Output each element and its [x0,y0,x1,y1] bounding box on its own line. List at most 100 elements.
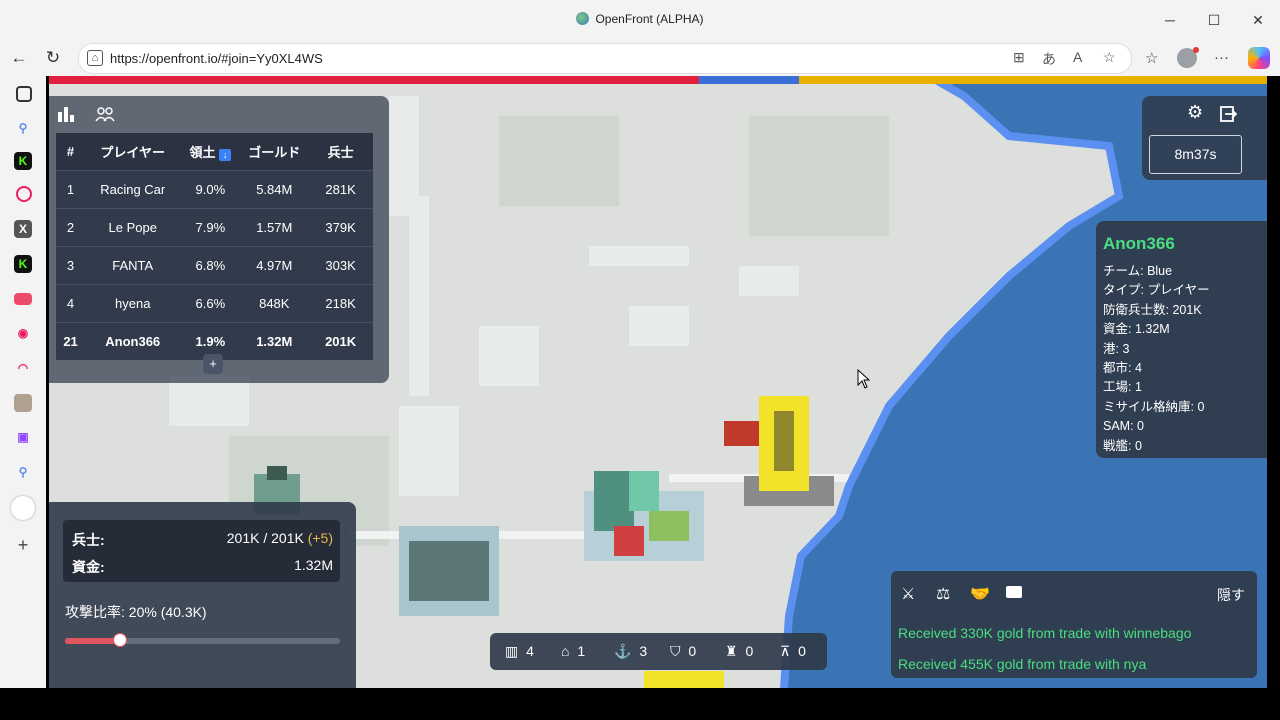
tab-actions-icon[interactable] [16,86,32,102]
table-row[interactable]: 1 Racing Car 9.0% 5.84M 281K [56,170,373,209]
gold-value: 1.32M [294,557,333,573]
table-row[interactable]: 3 FANTA 6.8% 4.97M 303K [56,246,373,285]
col-gold[interactable]: ゴールド [240,133,309,171]
leaderboard-table: # プレイヤー 領土 ↓ ゴールド 兵士 1 Racing Car 9.0% 5… [56,133,373,360]
col-rank[interactable]: # [56,133,86,171]
app-icon[interactable] [16,186,32,202]
leaderboard-panel: # プレイヤー 領土 ↓ ゴールド 兵士 1 Racing Car 9.0% 5… [49,96,389,383]
table-row[interactable]: 4 hyena 6.6% 848K 218K [56,284,373,323]
territory-cell: 7.9% [180,208,241,247]
game-controls-panel: ⚙ 8m37s [1142,96,1267,180]
player-team: チーム: Blue [1103,264,1173,278]
more-menu-icon[interactable]: ··· [1214,49,1229,66]
col-troops[interactable]: 兵士 [308,133,373,171]
factory-icon: ⌂ [561,643,570,659]
minimize-button[interactable]: ─ [1155,8,1185,32]
hide-events-button[interactable]: 隠す [1217,585,1245,605]
twitch-icon[interactable]: ▣ [14,428,32,446]
trade-filter-icon[interactable]: ⚖ [936,584,950,604]
gold-label: 資金: [72,559,105,575]
attack-ratio-handle[interactable] [113,633,127,647]
search-icon-2[interactable]: ⚲ [14,463,32,481]
factory-building [399,526,499,616]
add-sidebar-icon[interactable]: + [14,536,32,554]
sword-filter-icon[interactable]: ⚔ [901,584,915,604]
favorite-star-icon[interactable]: ☆ [1103,49,1116,66]
app-install-icon[interactable]: ⊞ [1013,49,1025,66]
player-name-cell: Racing Car [85,170,181,209]
territory-cell: 6.8% [180,246,241,285]
address-text[interactable]: https://openfront.io/#join=Yy0XL4WS [110,51,323,66]
player-stats-list: チーム: Blue タイプ: プレイヤー 防衛兵士数: 201K 資金: 1.3… [1103,262,1210,456]
alliance-handshake-icon[interactable]: 🤝 [970,584,990,604]
back-icon[interactable]: ← [6,46,32,70]
maximize-button[interactable]: ☐ [1199,8,1229,32]
sam-launcher-icon: ⊼ [780,643,791,659]
image-app-icon[interactable] [14,394,32,412]
unit-count: 1 [577,643,586,659]
team-bar-yellow [799,76,1267,84]
chat-filter-icon[interactable] [1006,586,1022,598]
favorites-icon[interactable]: ☆ [1145,49,1158,67]
col-territory[interactable]: 領土 ↓ [180,133,241,171]
browser-toolbar: ← ↻ ⌂ https://openfront.io/#join=Yy0XL4W… [0,40,1280,76]
openfront-site-icon[interactable] [11,496,35,520]
unit-count: 0 [745,643,754,659]
unit-count-bar: ▥ 4 ⌂ 1 ⚓ 3 ⛉ 0 ♜ 0 ⊼ 0 [490,633,827,670]
unit-count: 3 [639,643,648,659]
site-globe-icon [576,12,590,25]
exit-icon[interactable] [1219,105,1237,123]
col-player[interactable]: プレイヤー [85,133,181,171]
address-bar[interactable]: ⌂ https://openfront.io/#join=Yy0XL4WS ⊞ … [78,43,1132,74]
kick-icon[interactable]: K [14,152,32,170]
events-panel: ⚔ ⚖ 🤝 隠す Received 330K gold from trade w… [891,571,1257,678]
read-aloud-icon[interactable]: A [1073,49,1082,65]
player-ports: 港: 3 [1103,341,1130,356]
mouse-cursor-icon [857,369,871,389]
screen-bottom-border [0,690,1280,720]
close-button[interactable]: ✕ [1243,8,1273,32]
troops-cell: 303K [308,246,373,285]
window-titlebar: OpenFront (ALPHA) ─ ☐ ✕ [0,0,1280,40]
table-row[interactable]: 2 Le Pope 7.9% 1.57M 379K [56,208,373,247]
attack-ratio-label: 攻撃比率: 20% (40.3K) [65,604,207,620]
player-warships: 戦艦: 0 [1103,438,1142,453]
unit-cities[interactable]: ▥ 4 [505,643,534,660]
anchor-icon: ⚓ [614,643,632,659]
unit-defense-posts[interactable]: ⛉ 0 [670,643,696,660]
reload-icon[interactable]: ↻ [40,46,66,70]
bar-chart-icon[interactable] [57,106,75,122]
game-canvas[interactable]: # プレイヤー 領土 ↓ ゴールド 兵士 1 Racing Car 9.0% 5… [49,76,1267,688]
search-icon[interactable]: ⚲ [14,119,32,137]
player-factories: 工場: 1 [1103,380,1142,395]
player-name-cell: FANTA [85,246,181,285]
troops-cell: 201K [308,322,373,360]
event-message: Received 330K gold from trade with winne… [898,625,1192,641]
unit-missile-silos[interactable]: ♜ 0 [725,643,753,660]
team-icon[interactable] [95,106,115,122]
col-territory-label[interactable]: 領土 [190,145,216,160]
copilot-icon[interactable] [1248,47,1270,69]
lock-icon[interactable]: ⌂ [87,50,103,66]
gold-cell: 5.84M [240,170,309,209]
unit-factories[interactable]: ⌂ 1 [561,643,585,659]
window-title-text: OpenFront (ALPHA) [595,12,704,26]
gauge-icon[interactable]: ◠ [14,359,32,377]
map-pin-icon[interactable]: ◉ [14,324,32,342]
kick-icon-2[interactable]: K [14,255,32,273]
settings-gear-icon[interactable]: ⚙ [1187,102,1203,123]
territory-cell: 6.6% [180,284,241,323]
player-missile-silos: ミサイル格納庫: 0 [1103,399,1205,414]
attack-ratio-slider[interactable] [65,633,340,647]
x-icon[interactable]: X [14,220,32,238]
troops-value-group: 201K / 201K (+5) [227,530,333,546]
unit-sam-launchers[interactable]: ⊼ 0 [780,643,806,660]
unit-ports[interactable]: ⚓ 3 [614,643,647,660]
profile-avatar[interactable] [1177,47,1199,68]
player-defense-troops: 防衛兵士数: 201K [1103,302,1202,317]
translate-icon[interactable]: あ [1042,49,1056,69]
expand-leaderboard-button[interactable]: + [203,354,223,374]
youtube-icon[interactable] [14,293,32,305]
rank-cell: 1 [56,170,86,209]
leaderboard-header-row: # プレイヤー 領土 ↓ ゴールド 兵士 [56,133,373,171]
